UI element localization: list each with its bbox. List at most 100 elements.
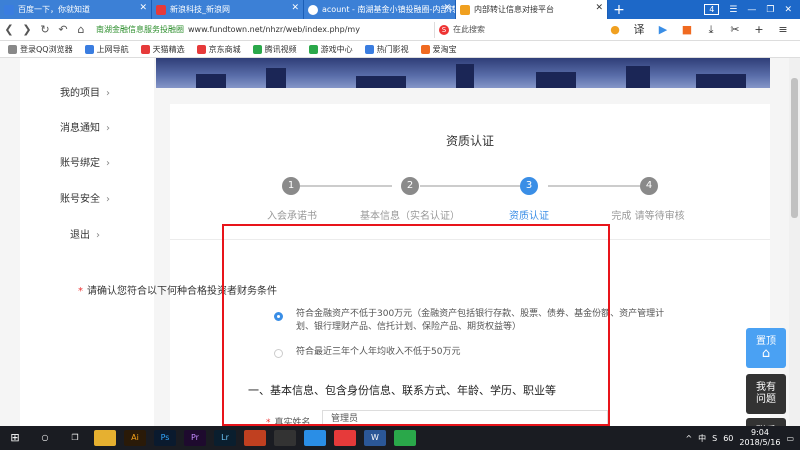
forward-icon[interactable]: ❯ bbox=[18, 23, 36, 36]
step-4-circle: 4 bbox=[640, 177, 658, 195]
step-connector bbox=[420, 185, 520, 187]
movie-icon bbox=[364, 44, 374, 54]
bookmark-label: 登录QQ浏览器 bbox=[20, 44, 73, 54]
menu-icon[interactable]: ☰ bbox=[729, 5, 737, 15]
page-icon bbox=[308, 4, 318, 15]
toolbar: ● 译 ▶ ■ ⤓ ✂ + ≡ bbox=[608, 23, 800, 36]
lightroom-icon[interactable]: Lr bbox=[214, 430, 236, 446]
app-icon[interactable] bbox=[334, 430, 356, 446]
bookmark-item[interactable]: 天猫精选 bbox=[140, 44, 185, 55]
sidebar: 我的项目 › 消息通知 › 账号绑定 › 账号安全 › 退出 › bbox=[20, 58, 154, 426]
task-view-icon[interactable]: ❐ bbox=[64, 430, 86, 446]
translate-icon[interactable]: 译 bbox=[632, 23, 646, 36]
step-connector bbox=[300, 185, 392, 187]
close-icon[interactable]: ✕ bbox=[291, 3, 299, 13]
home-icon[interactable]: ⌂ bbox=[72, 23, 90, 36]
refresh-icon[interactable]: ↻ bbox=[36, 23, 54, 36]
sidebar-item-label: 消息通知 bbox=[60, 123, 100, 134]
chevron-right-icon: › bbox=[106, 194, 110, 205]
bookmark-item[interactable]: 上网导航 bbox=[84, 44, 129, 55]
page-title: 资质认证 bbox=[445, 134, 494, 148]
tab-sina[interactable]: 新浪科技_新浪网 ✕ bbox=[152, 0, 304, 19]
video-icon[interactable]: ■ bbox=[680, 23, 694, 36]
s-icon[interactable]: S bbox=[712, 434, 717, 443]
step-connector bbox=[548, 185, 640, 187]
tab-account[interactable]: acount - 南湖基金小镇投融圈-内部转 ✕ bbox=[304, 0, 456, 19]
game-icon[interactable]: ● bbox=[608, 23, 622, 36]
close-icon[interactable]: ✕ bbox=[139, 3, 147, 13]
windows-start-icon[interactable]: ⊞ bbox=[4, 430, 26, 446]
tab-transfer-platform[interactable]: 内部转让信息对接平台 ✕ bbox=[456, 0, 608, 19]
cut-icon[interactable]: ✂ bbox=[728, 23, 742, 36]
photoshop-icon[interactable]: Ps bbox=[154, 430, 176, 446]
download-icon[interactable]: ⤓ bbox=[704, 23, 718, 36]
notifications-icon[interactable]: ▭ bbox=[786, 434, 794, 443]
bookmark-item[interactable]: 腾讯视频 bbox=[252, 44, 297, 55]
add-icon[interactable]: + bbox=[752, 23, 766, 36]
illustrator-icon[interactable]: Ai bbox=[124, 430, 146, 446]
minimize-icon[interactable]: — bbox=[747, 5, 756, 15]
step-2-circle: 2 bbox=[401, 177, 419, 195]
word-icon[interactable]: W bbox=[364, 430, 386, 446]
highlight-annotation bbox=[222, 224, 610, 426]
menu-icon[interactable]: ≡ bbox=[776, 23, 790, 36]
site-name: 南湖金融信息服务投融圈 bbox=[96, 25, 184, 34]
step-1-label: 入会承诺书 bbox=[267, 211, 317, 222]
chevron-up-icon[interactable]: ^ bbox=[685, 434, 692, 443]
scroll-thumb[interactable] bbox=[791, 78, 798, 218]
bookmark-item[interactable]: 京东商城 bbox=[196, 44, 241, 55]
tab-baidu[interactable]: 百度一下，你就知道 ✕ bbox=[0, 0, 152, 19]
sogou-icon: S bbox=[439, 24, 449, 35]
bookmark-label: 京东商城 bbox=[208, 44, 241, 54]
url-field[interactable]: 南湖金融信息服务投融圈 www.fundtown.net/nhzr/web/in… bbox=[96, 22, 426, 38]
close-icon[interactable]: ✕ bbox=[595, 3, 603, 13]
sidebar-item-security[interactable]: 账号安全 › bbox=[60, 190, 110, 205]
search-input[interactable]: S 在此搜索 bbox=[434, 21, 544, 38]
play-icon[interactable]: ▶ bbox=[656, 23, 670, 36]
app-icon[interactable] bbox=[244, 430, 266, 446]
button-label: 问题 bbox=[756, 394, 776, 405]
premiere-icon[interactable]: Pr bbox=[184, 430, 206, 446]
bookmark-item[interactable]: 登录QQ浏览器 bbox=[8, 44, 73, 55]
bookmark-item[interactable]: 游戏中心 bbox=[308, 44, 353, 55]
clock-time: 9:04 bbox=[750, 428, 769, 437]
wechat-icon[interactable] bbox=[394, 430, 416, 446]
tencent-video-icon bbox=[252, 44, 262, 54]
clock[interactable]: 9:04 2018/5/16 bbox=[739, 428, 780, 448]
qq-browser-icon[interactable] bbox=[304, 430, 326, 446]
clock-date: 2018/5/16 bbox=[739, 438, 781, 447]
address-bar: ❮ ❯ ↻ ↶ ⌂ 南湖金融信息服务投融圈 www.fundtown.net/n… bbox=[0, 19, 800, 41]
close-icon[interactable]: ✕ bbox=[443, 3, 451, 13]
sidebar-item-notifications[interactable]: 消息通知 › bbox=[60, 119, 110, 134]
back-to-top-button[interactable]: 置顶 ⌂ bbox=[746, 328, 786, 368]
page-scrollbar[interactable] bbox=[789, 58, 800, 426]
tab-count-badge[interactable]: 4 bbox=[704, 4, 720, 15]
bookmark-label: 热门影视 bbox=[376, 44, 409, 54]
close-window-icon[interactable]: ✕ bbox=[784, 5, 792, 15]
game-center-icon bbox=[308, 44, 318, 54]
step-1-circle: 1 bbox=[282, 177, 300, 195]
ask-question-button[interactable]: 我有 问题 bbox=[746, 374, 786, 414]
sidebar-item-binding[interactable]: 账号绑定 › bbox=[60, 154, 110, 169]
sidebar-item-projects[interactable]: 我的项目 › bbox=[60, 84, 110, 99]
bookmark-label: 游戏中心 bbox=[320, 44, 353, 54]
restore-icon[interactable]: ❐ bbox=[766, 5, 774, 15]
triangle-icon bbox=[460, 4, 470, 15]
battery-indicator[interactable]: 60 bbox=[723, 434, 733, 443]
tab-title: 百度一下，你就知道 bbox=[18, 5, 90, 14]
bookmark-item[interactable]: 热门影视 bbox=[364, 44, 409, 55]
cortana-icon[interactable]: ○ bbox=[34, 430, 56, 446]
undo-icon[interactable]: ↶ bbox=[54, 23, 72, 36]
ime-indicator[interactable]: 中 bbox=[698, 433, 706, 444]
step-3-circle: 3 bbox=[520, 177, 538, 195]
contact-service-button[interactable]: 联系 客服 bbox=[746, 418, 786, 426]
step-2-label: 基本信息（实名认证） bbox=[360, 211, 460, 222]
folder-icon[interactable] bbox=[94, 430, 116, 446]
sidebar-item-logout[interactable]: 退出 › bbox=[70, 226, 100, 241]
app-icon[interactable] bbox=[274, 430, 296, 446]
chevron-right-icon: › bbox=[106, 158, 110, 169]
bookmark-label: 爱淘宝 bbox=[432, 44, 457, 54]
new-tab-button[interactable]: + bbox=[608, 0, 630, 19]
back-icon[interactable]: ❮ bbox=[0, 23, 18, 36]
bookmark-item[interactable]: 爱淘宝 bbox=[420, 44, 457, 55]
